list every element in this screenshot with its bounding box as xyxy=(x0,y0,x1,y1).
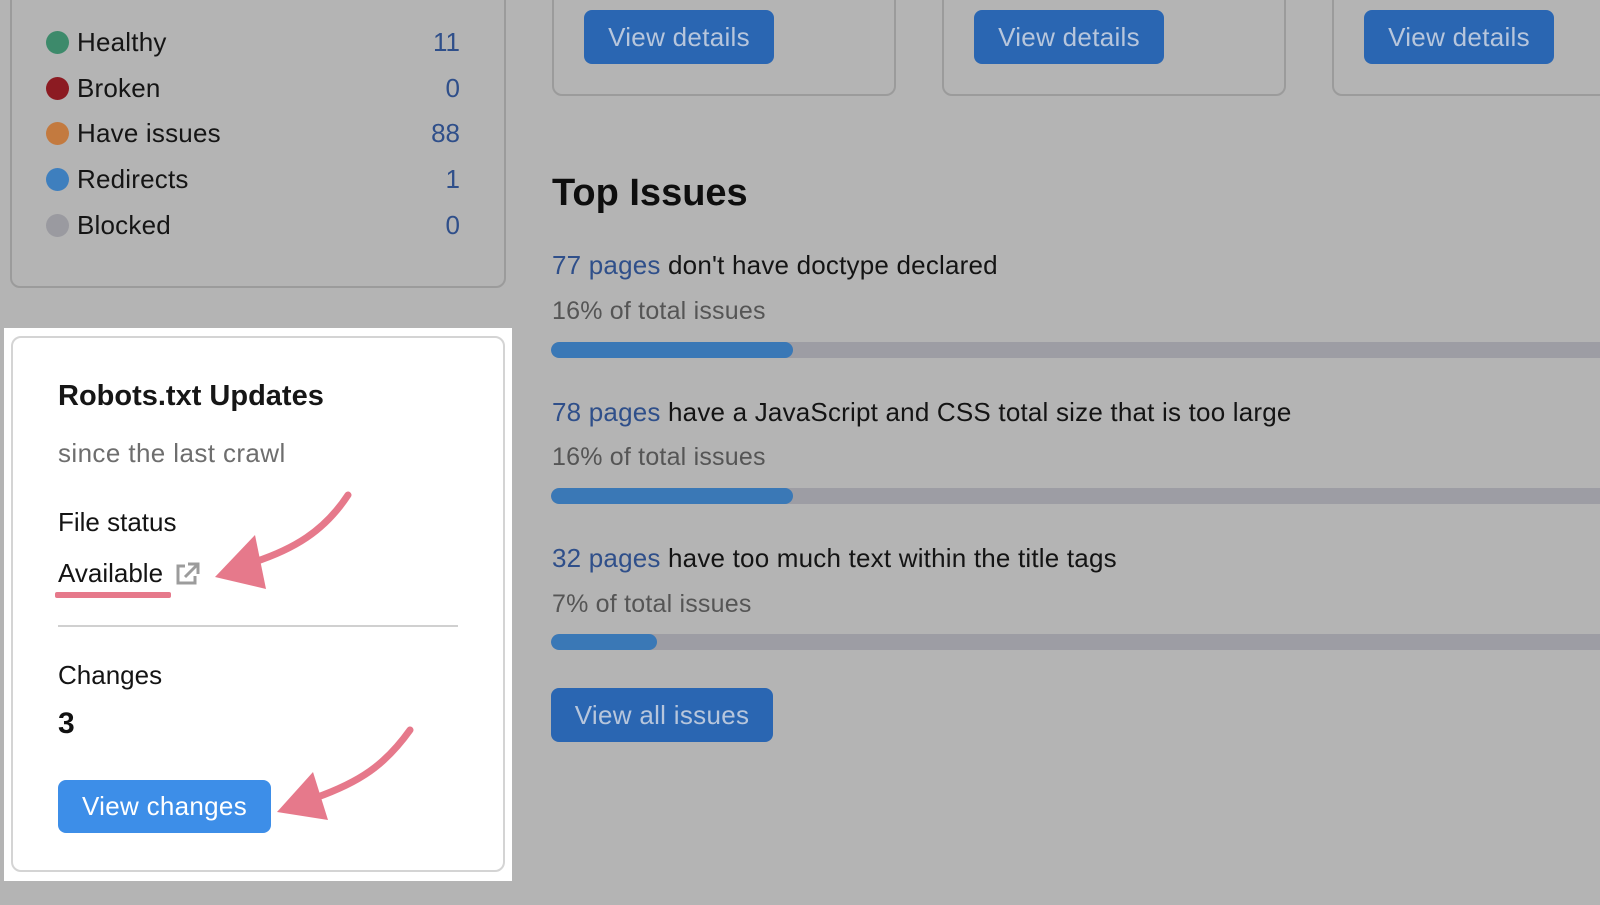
status-value[interactable]: 0 xyxy=(446,73,460,104)
view-changes-button[interactable]: View changes xyxy=(58,780,271,833)
redirects-dot-icon xyxy=(46,167,69,191)
status-label: Broken xyxy=(77,72,161,103)
card-divider xyxy=(58,625,458,627)
have-issues-dot-icon xyxy=(46,121,69,145)
view-all-issues-button[interactable]: View all issues xyxy=(551,688,773,742)
issue-item-1: 77 pages don't have doctype declared xyxy=(552,250,998,281)
issue-progress-fill xyxy=(551,342,793,358)
status-value[interactable]: 88 xyxy=(431,118,460,149)
status-label: Redirects xyxy=(77,163,189,194)
annotation-underline xyxy=(55,592,171,598)
file-status-value[interactable]: Available xyxy=(58,558,163,589)
status-value[interactable]: 1 xyxy=(446,164,460,195)
changes-label: Changes xyxy=(58,660,163,690)
issue-count-link[interactable]: 78 pages xyxy=(552,397,661,427)
issue-progress-fill xyxy=(551,634,657,650)
issue-percent: 16% of total issues xyxy=(552,297,766,325)
status-row-blocked[interactable]: Blocked 0 xyxy=(46,207,460,243)
external-link-icon[interactable] xyxy=(173,560,201,588)
status-label: Blocked xyxy=(77,209,171,240)
file-status-link[interactable]: Available xyxy=(58,558,201,589)
issue-item-2: 78 pages have a JavaScript and CSS total… xyxy=(552,397,1292,428)
issue-item-3: 32 pages have too much text within the t… xyxy=(552,543,1117,574)
changes-count: 3 xyxy=(58,707,75,740)
status-row-redirects[interactable]: Redirects 1 xyxy=(46,161,460,197)
robots-card-subtitle: since the last crawl xyxy=(58,438,286,468)
broken-dot-icon xyxy=(46,76,69,100)
issue-count-link[interactable]: 32 pages xyxy=(552,543,661,573)
status-row-healthy[interactable]: Healthy 11 xyxy=(46,24,460,60)
issue-description: have a JavaScript and CSS total size tha… xyxy=(660,397,1292,427)
issue-percent: 16% of total issues xyxy=(552,443,766,471)
issue-progress-fill xyxy=(551,488,793,504)
top-issues-heading: Top Issues xyxy=(552,172,748,214)
status-label: Have issues xyxy=(77,117,221,148)
issue-description: don't have doctype declared xyxy=(660,250,998,280)
issue-progress-bar-3 xyxy=(551,634,1600,650)
status-label: Healthy xyxy=(77,26,167,57)
status-row-have-issues[interactable]: Have issues 88 xyxy=(46,115,460,151)
status-value[interactable]: 0 xyxy=(446,210,460,241)
status-value[interactable]: 11 xyxy=(433,27,460,58)
view-details-button-3[interactable]: View details xyxy=(1364,10,1554,64)
file-status-label: File status xyxy=(58,507,177,537)
robots-card-title: Robots.txt Updates xyxy=(58,380,324,412)
healthy-dot-icon xyxy=(46,30,69,54)
issue-count-link[interactable]: 77 pages xyxy=(552,250,661,280)
issue-description: have too much text within the title tags xyxy=(660,543,1117,573)
issue-progress-bar-1 xyxy=(551,342,1600,358)
issue-progress-bar-2 xyxy=(551,488,1600,504)
blocked-dot-icon xyxy=(46,213,69,237)
status-row-broken[interactable]: Broken 0 xyxy=(46,70,460,106)
view-details-button-1[interactable]: View details xyxy=(584,10,774,64)
issue-percent: 7% of total issues xyxy=(552,590,752,618)
view-details-button-2[interactable]: View details xyxy=(974,10,1164,64)
